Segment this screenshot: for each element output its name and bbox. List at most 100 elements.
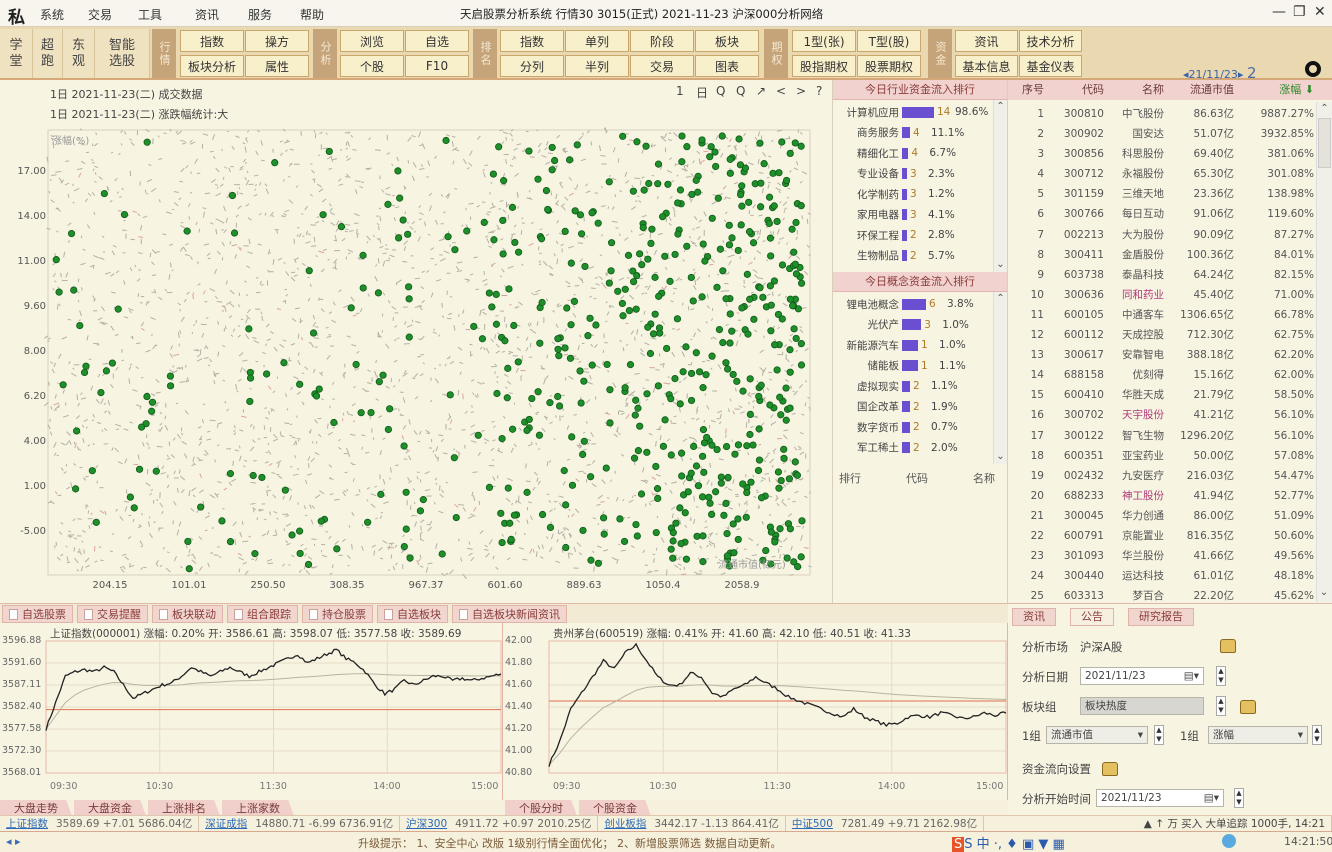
scatter-chart[interactable]: [0, 80, 833, 603]
group1-select[interactable]: 流通市值 ▾: [1046, 726, 1148, 744]
ticker-index-name[interactable]: 上证指数: [6, 818, 48, 830]
toolbar-button[interactable]: 单列: [565, 30, 629, 52]
chart-tab[interactable]: 个股资金: [579, 800, 651, 816]
toolbar-button[interactable]: 指数: [500, 30, 564, 52]
col-market-cap[interactable]: 流通市值: [1164, 80, 1234, 100]
menu-tools[interactable]: 工具: [138, 6, 162, 23]
ticker-item[interactable]: 深证成指 14880.71 -6.99 6736.91亿: [199, 816, 401, 831]
chart-tab[interactable]: 个股分时: [505, 800, 577, 816]
ime-tools[interactable]: S 中 ·, ♦ ▣ ▼ ▦: [964, 837, 1065, 852]
toolbar-button[interactable]: 个股: [340, 55, 404, 77]
scroll-arrows[interactable]: ◂ ▸: [6, 835, 21, 848]
toolbar-button[interactable]: 操方: [245, 30, 309, 52]
group2-select[interactable]: 涨幅 ▾: [1208, 726, 1308, 744]
watchlist-tab[interactable]: 自选股票: [2, 605, 73, 623]
sector-row[interactable]: 商务服务 4 11.1%: [833, 123, 993, 144]
scroll-up-icon[interactable]: ⌃: [1317, 102, 1332, 116]
sector-row[interactable]: 计算机应用 14 98.6%: [833, 102, 993, 123]
table-row[interactable]: 2 300902 国安达 51.07亿 3932.85%: [1008, 124, 1332, 144]
sector-row[interactable]: 环保工程 2 2.8%: [833, 225, 993, 246]
lock-icon[interactable]: [1102, 762, 1118, 776]
start-date-picker[interactable]: 2021/11/23 ▤▾: [1096, 789, 1224, 807]
table-row[interactable]: 5 301159 三维天地 23.36亿 138.98%: [1008, 184, 1332, 204]
intraday-line-chart[interactable]: [0, 623, 503, 800]
chart-tab[interactable]: 大盘资金: [74, 800, 146, 816]
chart-tab[interactable]: 上涨排名: [148, 800, 220, 816]
date-spinner[interactable]: ▲ ▼: [1216, 666, 1226, 686]
ticker-item[interactable]: 上证指数 3589.69 +7.01 5686.04亿: [0, 816, 200, 831]
menu-news[interactable]: 资讯: [195, 6, 219, 23]
start-date-spinner[interactable]: ▲ ▼: [1234, 788, 1244, 808]
scroll-down-icon[interactable]: ⌄: [994, 450, 1007, 464]
toolbar-button[interactable]: 属性: [245, 55, 309, 77]
sector-row[interactable]: 储能板 1 1.1%: [833, 356, 993, 377]
group-spinner[interactable]: ▲ ▼: [1216, 696, 1226, 716]
shortcut-school[interactable]: 学 堂: [0, 29, 33, 78]
table-row[interactable]: 24 300440 运达科技 61.01亿 48.18%: [1008, 566, 1332, 586]
sector-row[interactable]: 精细化工 4 6.7%: [833, 143, 993, 164]
table-row[interactable]: 18 600351 亚宝药业 50.00亿 57.08%: [1008, 446, 1332, 466]
sector-row[interactable]: 专业设备 3 2.3%: [833, 164, 993, 185]
table-row[interactable]: 19 002432 九安医疗 216.03亿 54.47%: [1008, 466, 1332, 486]
footer-code[interactable]: 代码: [906, 470, 928, 486]
toolbar-button[interactable]: 板块分析: [180, 55, 244, 77]
scroll-down-icon[interactable]: ⌄: [994, 258, 1007, 272]
ime-icon[interactable]: S: [952, 837, 965, 852]
group-select[interactable]: 板块热度: [1080, 697, 1204, 715]
sector-row[interactable]: 虚拟现实 2 1.1%: [833, 376, 993, 397]
sector-row[interactable]: 化学制药 3 1.2%: [833, 184, 993, 205]
sector-row[interactable]: 锂电池概念 6 3.8%: [833, 294, 993, 315]
toolbar-button[interactable]: 自选: [405, 30, 469, 52]
toolbar-button[interactable]: 基本信息: [955, 55, 1018, 77]
table-row[interactable]: 6 300766 每日互动 91.06亿 119.60%: [1008, 204, 1332, 224]
table-row[interactable]: 1 300810 中飞股份 86.63亿 9887.27%: [1008, 104, 1332, 124]
table-row[interactable]: 15 600410 华胜天成 21.79亿 58.50%: [1008, 385, 1332, 405]
toolbar-button[interactable]: 阶段: [630, 30, 694, 52]
group1-spinner[interactable]: ▲ ▼: [1154, 725, 1164, 745]
menu-trade[interactable]: 交易: [88, 6, 112, 23]
scroll-up-icon[interactable]: ⌃: [994, 292, 1007, 306]
sector-row[interactable]: 生物制品 2 5.7%: [833, 246, 993, 267]
watchlist-tab[interactable]: 板块联动: [152, 605, 223, 623]
shortcut-super[interactable]: 超 跑: [33, 29, 63, 78]
toolbar-button[interactable]: 半列: [565, 55, 629, 77]
table-row[interactable]: 4 300712 永福股份 65.30亿 301.08%: [1008, 164, 1332, 184]
chart-tab[interactable]: 大盘走势: [0, 800, 72, 816]
sector-row[interactable]: 家用电器 3 4.1%: [833, 205, 993, 226]
close-button[interactable]: ✕: [1314, 4, 1326, 20]
industry-scrollbar[interactable]: ⌃ ⌄: [993, 100, 1007, 272]
tab-news[interactable]: 资讯: [1012, 608, 1056, 626]
footer-name[interactable]: 名称: [973, 470, 995, 486]
sector-row[interactable]: 数字货币 2 0.7%: [833, 417, 993, 438]
intraday-line-chart[interactable]: [503, 623, 1008, 800]
toolbar-button[interactable]: T型(股): [857, 30, 921, 52]
chart-tab[interactable]: 上涨家数: [222, 800, 294, 816]
tab-research[interactable]: 研究报告: [1128, 608, 1194, 626]
analysis-date-picker[interactable]: 2021/11/23 ▤▾: [1080, 667, 1204, 685]
sector-row[interactable]: 光伏产 3 1.0%: [833, 315, 993, 336]
watchlist-tab[interactable]: 组合跟踪: [227, 605, 298, 623]
lock-icon[interactable]: [1240, 700, 1256, 714]
ticker-index-name[interactable]: 中证500: [792, 818, 833, 830]
col-index[interactable]: 序号: [1008, 80, 1044, 100]
toolbar-button[interactable]: 指数: [180, 30, 244, 52]
menu-service[interactable]: 服务: [248, 6, 272, 23]
ime-toolbar[interactable]: SS 中 ·, ♦ ▣ ▼ ▦: [952, 833, 1065, 852]
toolbar-button[interactable]: 1型(张): [792, 30, 856, 52]
lock-icon[interactable]: [1220, 639, 1236, 653]
table-row[interactable]: 20 688233 神工股份 41.94亿 52.77%: [1008, 486, 1332, 506]
col-name[interactable]: 名称: [1104, 80, 1164, 100]
scroll-thumb[interactable]: [1318, 118, 1331, 168]
minimize-button[interactable]: —: [1272, 4, 1286, 20]
ticker-item[interactable]: 创业板指 3442.17 -1.13 864.41亿: [598, 816, 786, 831]
scroll-up-icon[interactable]: ⌃: [994, 100, 1007, 114]
table-row[interactable]: 13 300617 安靠智电 388.18亿 62.20%: [1008, 345, 1332, 365]
footer-rank[interactable]: 排行: [839, 470, 861, 486]
table-row[interactable]: 12 600112 天成控股 712.30亿 62.75%: [1008, 325, 1332, 345]
toolbar-button[interactable]: 交易: [630, 55, 694, 77]
menu-help[interactable]: 帮助: [300, 6, 324, 23]
toolbar-button[interactable]: 技术分析: [1019, 30, 1082, 52]
shortcut-view[interactable]: 东 观: [63, 29, 95, 78]
toolbar-button[interactable]: 浏览: [340, 30, 404, 52]
table-row[interactable]: 17 300122 智飞生物 1296.20亿 56.10%: [1008, 426, 1332, 446]
